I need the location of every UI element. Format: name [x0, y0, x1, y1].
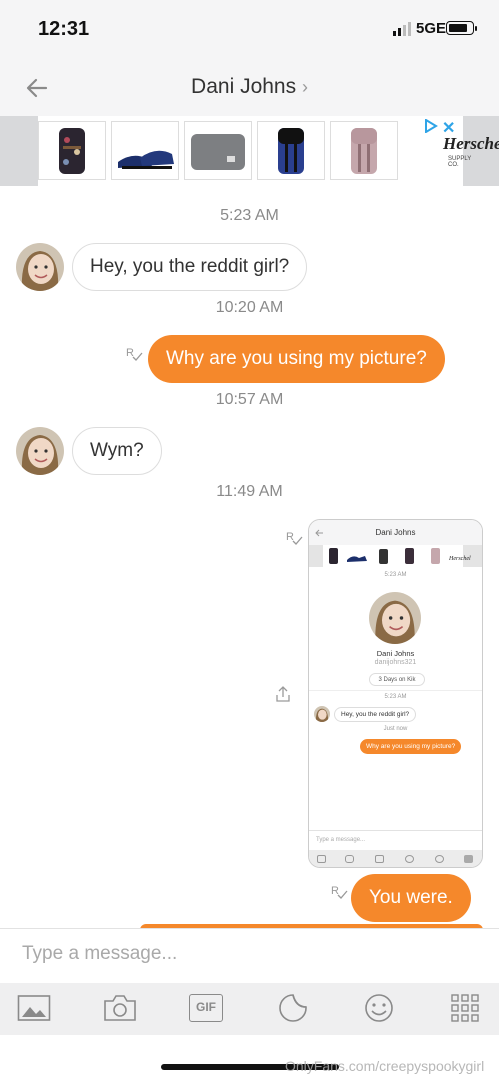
embedded-profile-avatar [369, 592, 421, 644]
message-bubble-outgoing[interactable]: Why are you using my picture? [148, 335, 445, 383]
message-input-placeholder: Type a message... [22, 943, 178, 964]
gallery-icon[interactable] [17, 993, 51, 1023]
watermark: OnlyFans.com/creepyspookygirl [285, 1058, 485, 1074]
embedded-timestamp: 5:23 AM [384, 572, 407, 578]
contact-name: Dani Johns [191, 75, 297, 98]
timestamp: 5:23 AM [220, 207, 279, 224]
signal-icon [393, 22, 411, 36]
share-icon[interactable] [274, 685, 292, 703]
avatar[interactable] [16, 243, 64, 291]
chevron-right-icon: › [301, 77, 308, 97]
timestamp: 11:49 AM [216, 483, 283, 500]
network-label: 5GE [416, 20, 447, 37]
chat-header: Dani Johns › [0, 58, 499, 116]
message-input[interactable]: Type a message... [0, 929, 499, 983]
embedded-bubble-incoming: Hey, you the reddit girl? [334, 707, 417, 722]
ad-product-laptop-sleeve[interactable] [184, 121, 252, 180]
ad-product-backpack-floral[interactable] [38, 121, 106, 180]
embedded-profile-name: Dani Johns [376, 649, 415, 658]
timestamp: 10:20 AM [215, 299, 284, 316]
ad-product-backpack-blue[interactable] [257, 121, 325, 180]
ad-close-icon[interactable]: ✕ [442, 118, 455, 138]
image-message-screenshot[interactable]: Dani Johns Herschel 5:23 AM Dani Johns d… [308, 519, 483, 868]
embedded-avatar [314, 706, 330, 722]
ad-banner[interactable]: Herschel SUPPLY CO. ✕ [0, 116, 499, 186]
adchoices-icon[interactable] [424, 119, 438, 133]
read-receipt-icon: R [286, 531, 303, 545]
battery-icon [446, 21, 477, 35]
svg-text:Herschel: Herschel [448, 556, 471, 562]
embedded-ad-banner: Herschel [309, 545, 482, 567]
camera-icon[interactable] [103, 993, 137, 1023]
timestamp: 10:57 AM [215, 391, 284, 408]
composer-toolbar: GIF [0, 983, 499, 1035]
gif-icon[interactable]: GIF [189, 994, 223, 1022]
ad-brand-sub: SUPPLY CO. [448, 156, 472, 168]
status-time: 12:31 [38, 18, 90, 40]
embedded-toolbar [309, 850, 482, 867]
message-bubble-incoming[interactable]: Hey, you the reddit girl? [72, 243, 308, 291]
divider [309, 690, 482, 691]
embedded-profile-username: danijohns321 [374, 659, 417, 666]
message-bubble-outgoing[interactable]: You were. [351, 874, 471, 922]
embedded-just-now: Just now [383, 726, 408, 732]
ad-content[interactable]: Herschel SUPPLY CO. [38, 116, 499, 186]
read-receipt-icon: R [331, 885, 348, 899]
status-bar: 12:31 5GE [0, 0, 499, 58]
grid-icon[interactable] [448, 993, 482, 1023]
embedded-timestamp: 5:23 AM [384, 694, 407, 700]
emoji-icon[interactable] [362, 993, 396, 1023]
message-bubble-incoming[interactable]: Wym? [72, 427, 162, 475]
embedded-days-badge: 3 Days on Kik [369, 673, 425, 686]
read-receipt-icon: R [126, 347, 143, 361]
ad-product-sandals[interactable] [111, 121, 179, 180]
embedded-bubble-outgoing: Why are you using my picture? [360, 739, 462, 754]
embedded-input: Type a message... [309, 830, 482, 850]
ad-product-backpack-pink[interactable] [330, 121, 398, 180]
avatar[interactable] [16, 427, 64, 475]
embedded-header: Dani Johns [309, 520, 482, 545]
contact-title[interactable]: Dani Johns › [0, 75, 499, 99]
sticker-icon[interactable] [276, 993, 310, 1023]
embedded-title: Dani Johns [375, 528, 416, 537]
